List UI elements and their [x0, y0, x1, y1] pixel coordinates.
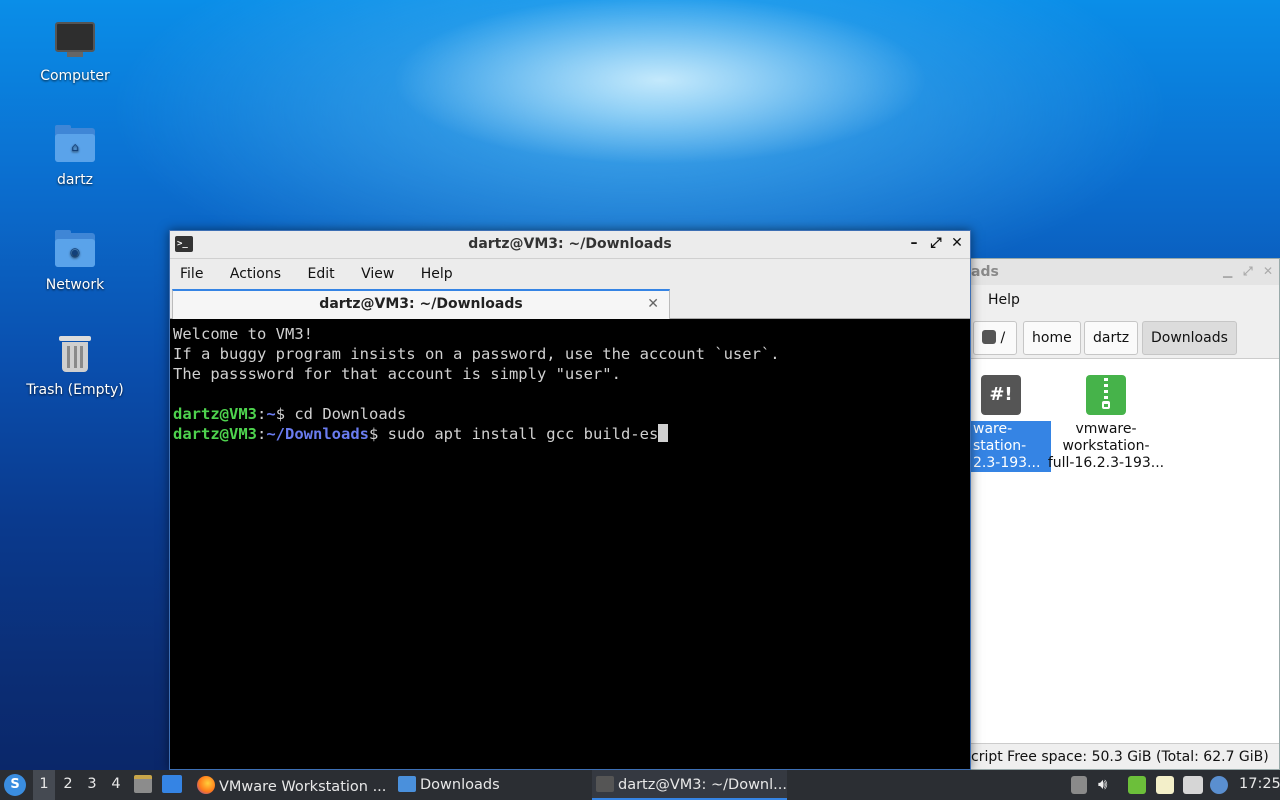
- minimize-icon[interactable]: –: [906, 235, 922, 251]
- terminal-line: If a buggy program insists on a password…: [173, 345, 780, 363]
- prompt-path: ~: [266, 405, 276, 423]
- file-manager-window: ads ▁ ⤢ ✕ Help / home dartz Downloads #!…: [960, 258, 1280, 770]
- terminal-line: Welcome to VM3!: [173, 325, 313, 343]
- drive-icon: [982, 330, 996, 344]
- file-manager-launcher[interactable]: [134, 770, 154, 800]
- path-bar: / home dartz Downloads: [961, 315, 1279, 359]
- clock[interactable]: 17:25: [1239, 770, 1280, 800]
- terminal-output[interactable]: Welcome to VM3! If a buggy program insist…: [172, 321, 968, 769]
- taskbar: S 1 2 3 4 VMware Workstation ... Downloa…: [0, 770, 1280, 800]
- notes-icon[interactable]: [1156, 776, 1174, 794]
- file-manager-icon: [134, 775, 152, 793]
- prompt-user: dartz@VM3: [173, 425, 257, 443]
- menu-view[interactable]: View: [361, 266, 394, 282]
- clipboard-icon[interactable]: [1071, 776, 1087, 794]
- folder-icon: [398, 776, 416, 792]
- menu-file[interactable]: File: [180, 266, 203, 282]
- terminal-prompt-line: dartz@VM3:~/Downloads$ sudo apt install …: [173, 424, 968, 444]
- desktop-icon-computer[interactable]: Computer: [20, 18, 130, 84]
- desktop-icon-label: Trash (Empty): [26, 382, 124, 398]
- text-cursor: [658, 424, 669, 442]
- computer-icon: [53, 18, 97, 62]
- path-crumb-dartz[interactable]: dartz: [1084, 321, 1139, 355]
- terminal-window: >_ dartz@VM3: ~/Downloads – ⤢ ✕ File Act…: [169, 230, 971, 770]
- home-folder-icon: ⌂: [53, 122, 97, 166]
- window-title: ads: [971, 264, 999, 280]
- tab-title: dartz@VM3: ~/Downloads: [319, 296, 523, 312]
- terminal-icon: [596, 776, 614, 792]
- path-crumb-downloads[interactable]: Downloads: [1142, 321, 1237, 355]
- menu-help[interactable]: Help: [421, 266, 453, 282]
- notification-icon[interactable]: [1210, 776, 1228, 794]
- status-bar: cript Free space: 50.3 GiB (Total: 62.7 …: [961, 743, 1279, 769]
- terminal-line: The passsword for that account is simply…: [173, 365, 621, 383]
- workspace-1[interactable]: 1: [33, 770, 55, 800]
- desktop-icon-label: Network: [45, 277, 105, 293]
- close-icon[interactable]: ✕: [949, 235, 965, 251]
- network-icon[interactable]: [1183, 776, 1203, 794]
- volume-icon[interactable]: 🔊︎: [1098, 775, 1116, 793]
- terminal-prompt-line: dartz@VM3:~$ cd Downloads: [173, 405, 407, 423]
- task-label: dartz@VM3: ~/Downl...: [618, 777, 787, 793]
- maximize-icon[interactable]: ⤢: [1243, 264, 1253, 279]
- path-crumb-home[interactable]: home: [1023, 321, 1081, 355]
- terminal-tab-bar: dartz@VM3: ~/Downloads ✕: [170, 287, 970, 319]
- desktop-icon-home[interactable]: ⌂ dartz: [20, 122, 130, 188]
- workspace-4[interactable]: 4: [105, 770, 127, 800]
- terminal-tab[interactable]: dartz@VM3: ~/Downloads ✕: [172, 289, 670, 319]
- update-manager-icon[interactable]: [1128, 776, 1146, 794]
- file-item[interactable]: vmware- workstation- full-16.2.3-193...: [1046, 375, 1166, 472]
- path-root-button[interactable]: /: [973, 321, 1017, 355]
- file-grid: #! ware- station- 2.3-193... vmware- wor…: [961, 359, 1279, 743]
- menu-edit[interactable]: Edit: [307, 266, 334, 282]
- desktop-icon: [162, 775, 182, 793]
- window-title: dartz@VM3: ~/Downloads: [468, 236, 672, 252]
- desktop-icon-label: dartz: [56, 172, 94, 188]
- menu-help[interactable]: Help: [988, 292, 1020, 308]
- file-manager-menubar: Help: [961, 285, 1279, 315]
- task-terminal[interactable]: dartz@VM3: ~/Downl...: [592, 770, 787, 800]
- prompt-user: dartz@VM3: [173, 405, 257, 423]
- start-menu-button[interactable]: S: [4, 770, 28, 800]
- archive-file-icon: [1086, 375, 1126, 415]
- firefox-icon: [197, 776, 215, 794]
- workspace-3[interactable]: 3: [81, 770, 103, 800]
- prompt-path: ~/Downloads: [266, 425, 369, 443]
- trash-icon: [53, 332, 97, 376]
- minimize-icon[interactable]: ▁: [1223, 264, 1232, 278]
- task-label: Downloads: [420, 777, 500, 793]
- close-tab-icon[interactable]: ✕: [647, 296, 659, 312]
- terminal-menubar: File Actions Edit View Help: [170, 259, 970, 287]
- maximize-icon[interactable]: ⤢: [928, 235, 944, 251]
- prompt-command: $ cd Downloads: [275, 405, 407, 423]
- file-manager-titlebar[interactable]: ads ▁ ⤢ ✕: [961, 259, 1279, 285]
- task-vmware[interactable]: VMware Workstation ...: [193, 770, 388, 800]
- desktop-icon-network[interactable]: ◉ Network: [20, 227, 130, 293]
- close-icon[interactable]: ✕: [1263, 264, 1273, 278]
- menu-actions[interactable]: Actions: [230, 266, 281, 282]
- desktop-icon-trash[interactable]: Trash (Empty): [20, 332, 130, 398]
- prompt-command: $ sudo apt install gcc build-es: [369, 425, 659, 443]
- app-menu-icon: S: [4, 774, 26, 796]
- task-downloads[interactable]: Downloads: [394, 770, 584, 800]
- desktop-icon-label: Computer: [40, 68, 110, 84]
- network-folder-icon: ◉: [53, 227, 97, 271]
- workspace-2[interactable]: 2: [57, 770, 79, 800]
- script-file-icon: #!: [981, 375, 1021, 415]
- terminal-app-icon: >_: [175, 236, 193, 252]
- terminal-titlebar[interactable]: >_ dartz@VM3: ~/Downloads – ⤢ ✕: [170, 231, 970, 259]
- show-desktop-button[interactable]: [162, 770, 184, 800]
- task-label: VMware Workstation ...: [219, 779, 387, 795]
